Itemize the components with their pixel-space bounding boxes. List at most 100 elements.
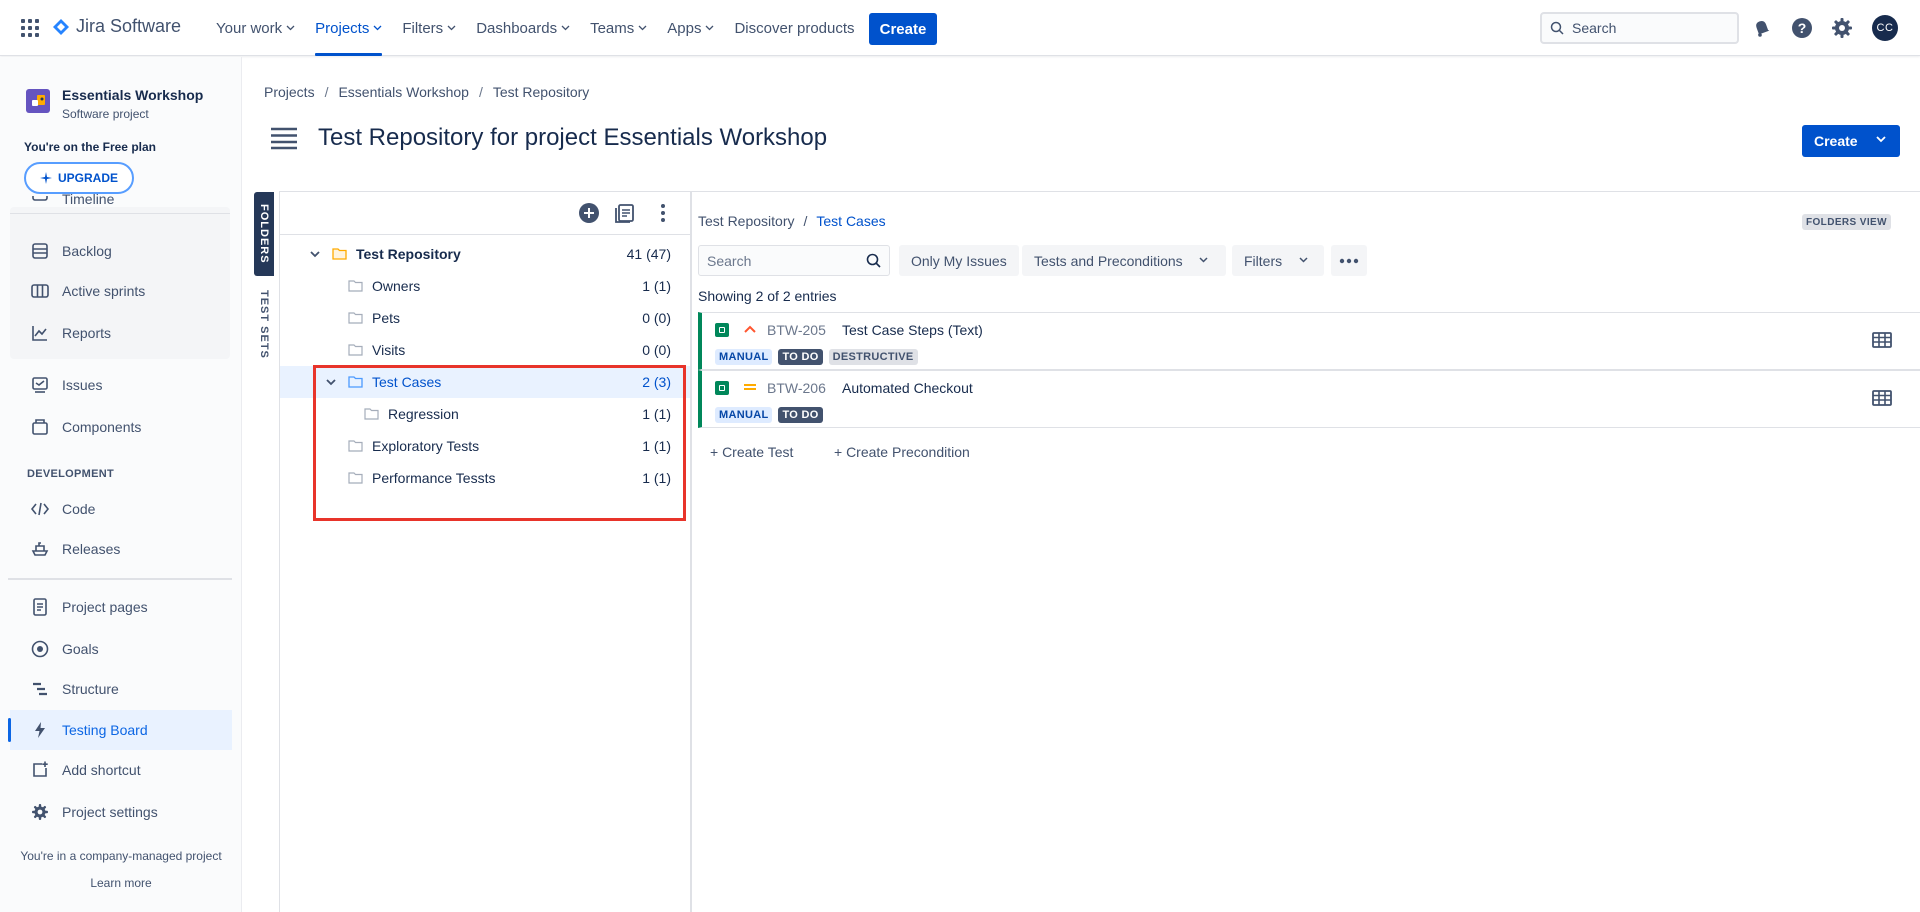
nav-label: Teams [590, 19, 635, 37]
chevron-down-icon[interactable] [308, 247, 322, 261]
breadcrumb-separator: / [478, 84, 483, 100]
nav-discover-products[interactable]: Discover products [724, 0, 864, 56]
test-key[interactable]: BTW-205 [767, 322, 826, 338]
sidebar-item-label: Add shortcut [62, 762, 141, 778]
more-vertical-icon[interactable] [652, 202, 674, 224]
jira-logo[interactable]: Jira Software [52, 16, 181, 37]
folder-tree-panel: Test Repository 41 (47) Owners 1 (1) Pet… [279, 191, 691, 912]
folder-breadcrumb-current[interactable]: Test Cases [816, 213, 885, 229]
folder-icon [348, 312, 363, 324]
dropdown-label: Tests and Preconditions [1034, 252, 1183, 269]
test-summary[interactable]: Automated Checkout [842, 380, 973, 396]
nav-projects[interactable]: Projects [305, 0, 392, 56]
top-navigation: Jira Software Your work Projects Filters… [0, 0, 1920, 56]
user-avatar[interactable]: CC [1872, 15, 1898, 41]
sidebar-item-testing-board[interactable]: Testing Board [8, 710, 232, 750]
sidebar-item-backlog[interactable]: Backlog [10, 231, 232, 271]
folder-toolbar [280, 192, 690, 235]
nav-your-work[interactable]: Your work [206, 0, 305, 56]
tree-row-owners[interactable]: Owners 1 (1) [280, 270, 690, 302]
project-header[interactable]: Essentials Workshop Software project [26, 87, 203, 121]
create-test-link[interactable]: + Create Test [710, 444, 793, 460]
status-badge: TO DO [778, 349, 823, 365]
more-options-button[interactable] [1331, 245, 1367, 276]
test-steps-grid-icon[interactable] [1872, 332, 1892, 348]
nav-label: Your work [216, 19, 283, 37]
sidebar-item-structure[interactable]: Structure [10, 669, 232, 709]
nav-label: Discover products [734, 19, 855, 37]
entries-count: Showing 2 of 2 entries [698, 288, 837, 304]
hamburger-menu-icon[interactable] [270, 126, 298, 150]
create-button[interactable]: Create [1802, 125, 1900, 157]
tree-item-label: Visits [372, 342, 406, 358]
sidebar-item-goals[interactable]: Goals [10, 629, 232, 669]
sidebar-item-components[interactable]: Components [10, 407, 232, 447]
sidebar-divider [10, 213, 230, 214]
tests-search-input[interactable]: Search [698, 245, 890, 276]
sidebar-item-reports[interactable]: Reports [10, 313, 232, 353]
sidebar-item-releases[interactable]: Releases [10, 529, 232, 569]
jira-diamond-icon [53, 18, 69, 35]
search-placeholder: Search [707, 252, 752, 269]
tree-row-test-repository[interactable]: Test Repository 41 (47) [280, 238, 690, 270]
filters-dropdown[interactable]: Filters [1232, 245, 1324, 276]
sidebar-item-label: Backlog [62, 243, 112, 259]
tree-item-count: 41 (47) [626, 246, 671, 262]
top-create-button[interactable]: Create [869, 13, 937, 45]
test-row[interactable]: BTW-206 Automated Checkout MANUAL TO DO [698, 370, 1920, 428]
only-my-issues-button[interactable]: Only My Issues [899, 245, 1019, 276]
test-type-icon [715, 381, 729, 395]
sidebar-item-label: Reports [62, 325, 112, 341]
folder-breadcrumb-root[interactable]: Test Repository [698, 213, 794, 229]
pages-icon [30, 597, 50, 617]
project-avatar [26, 89, 50, 113]
sidebar-item-timeline[interactable]: Timeline [10, 193, 232, 215]
tree-row-pets[interactable]: Pets 0 (0) [280, 302, 690, 334]
project-name: Essentials Workshop [62, 87, 204, 103]
priority-medium-icon [744, 384, 756, 390]
help-icon[interactable]: ? [1790, 16, 1814, 40]
app-switcher-icon[interactable] [20, 18, 40, 38]
breadcrumb-projects[interactable]: Projects [264, 84, 315, 100]
upgrade-button[interactable]: UPGRADE [24, 162, 134, 194]
tab-test-sets[interactable]: TEST SETS [254, 284, 274, 364]
test-badges: MANUAL TO DO [715, 407, 823, 423]
sidebar-item-issues[interactable]: Issues [10, 365, 232, 405]
sidebar-item-label: Goals [62, 641, 99, 657]
nav-filters[interactable]: Filters [392, 0, 466, 56]
tree-item-count: 0 (0) [642, 342, 671, 358]
test-steps-grid-icon[interactable] [1872, 390, 1892, 406]
tab-folders[interactable]: FOLDERS [254, 192, 274, 276]
nav-dashboards[interactable]: Dashboards [466, 0, 580, 56]
notifications-icon[interactable] [1750, 16, 1774, 40]
add-folder-icon[interactable] [578, 202, 600, 224]
sidebar-item-label: Testing Board [62, 722, 148, 738]
test-summary[interactable]: Test Case Steps (Text) [842, 322, 983, 338]
sidebar-item-project-settings[interactable]: Project settings [10, 792, 232, 832]
create-precondition-link[interactable]: + Create Precondition [834, 444, 970, 460]
breadcrumb-project[interactable]: Essentials Workshop [338, 84, 468, 100]
tree-row-visits[interactable]: Visits 0 (0) [280, 334, 690, 366]
breadcrumb-test-repository[interactable]: Test Repository [493, 84, 589, 100]
test-badges: MANUAL TO DO DESTRUCTIVE [715, 349, 918, 365]
test-key[interactable]: BTW-206 [767, 380, 826, 396]
learn-more-link[interactable]: Learn more [0, 876, 241, 890]
top-search-input[interactable]: Search [1540, 12, 1739, 44]
sidebar-item-active-sprints[interactable]: Active sprints [10, 271, 232, 311]
add-shortcut-icon [30, 760, 50, 780]
tests-and-preconditions-dropdown[interactable]: Tests and Preconditions [1022, 245, 1226, 276]
nav-apps[interactable]: Apps [657, 0, 724, 56]
folder-breadcrumb: Test Repository / Test Cases [698, 213, 886, 229]
upgrade-label: UPGRADE [57, 171, 118, 185]
chevron-down-icon [706, 25, 714, 31]
test-row[interactable]: BTW-205 Test Case Steps (Text) MANUAL TO… [698, 312, 1920, 370]
search-icon [866, 253, 881, 268]
settings-gear-icon[interactable] [1830, 16, 1854, 40]
test-type-badge: MANUAL [715, 349, 773, 365]
collapse-all-icon[interactable] [614, 202, 636, 224]
tab-label: TEST SETS [258, 289, 270, 359]
sidebar-item-project-pages[interactable]: Project pages [10, 587, 232, 627]
sidebar-item-code[interactable]: Code [10, 489, 232, 529]
nav-teams[interactable]: Teams [580, 0, 657, 56]
sidebar-item-add-shortcut[interactable]: Add shortcut [10, 750, 232, 790]
